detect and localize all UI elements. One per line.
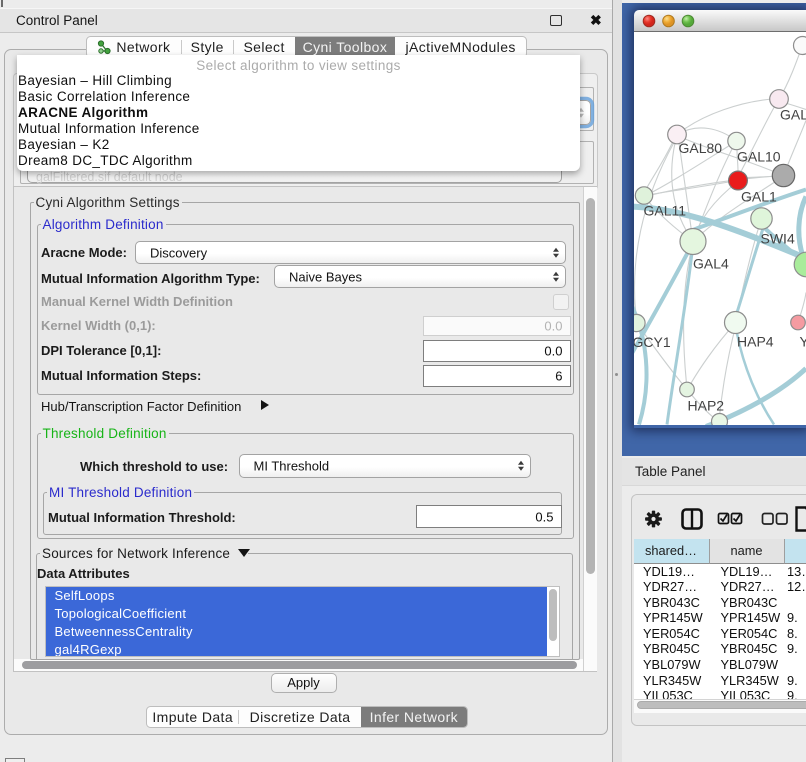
svg-text:HAP4: HAP4 bbox=[737, 333, 774, 349]
svg-text:GAL10: GAL10 bbox=[737, 148, 781, 164]
svg-text:GAL80: GAL80 bbox=[679, 140, 723, 156]
svg-text:Y: Y bbox=[800, 333, 806, 349]
svg-text:GAL: GAL bbox=[780, 106, 806, 122]
svg-text:GAL4: GAL4 bbox=[693, 255, 729, 271]
svg-text:GAL1: GAL1 bbox=[741, 188, 777, 204]
svg-text:SWI4: SWI4 bbox=[761, 230, 795, 246]
svg-text:GCY1: GCY1 bbox=[634, 334, 671, 350]
svg-text:GAL11: GAL11 bbox=[644, 202, 687, 218]
svg-text:HAP2: HAP2 bbox=[688, 397, 725, 413]
